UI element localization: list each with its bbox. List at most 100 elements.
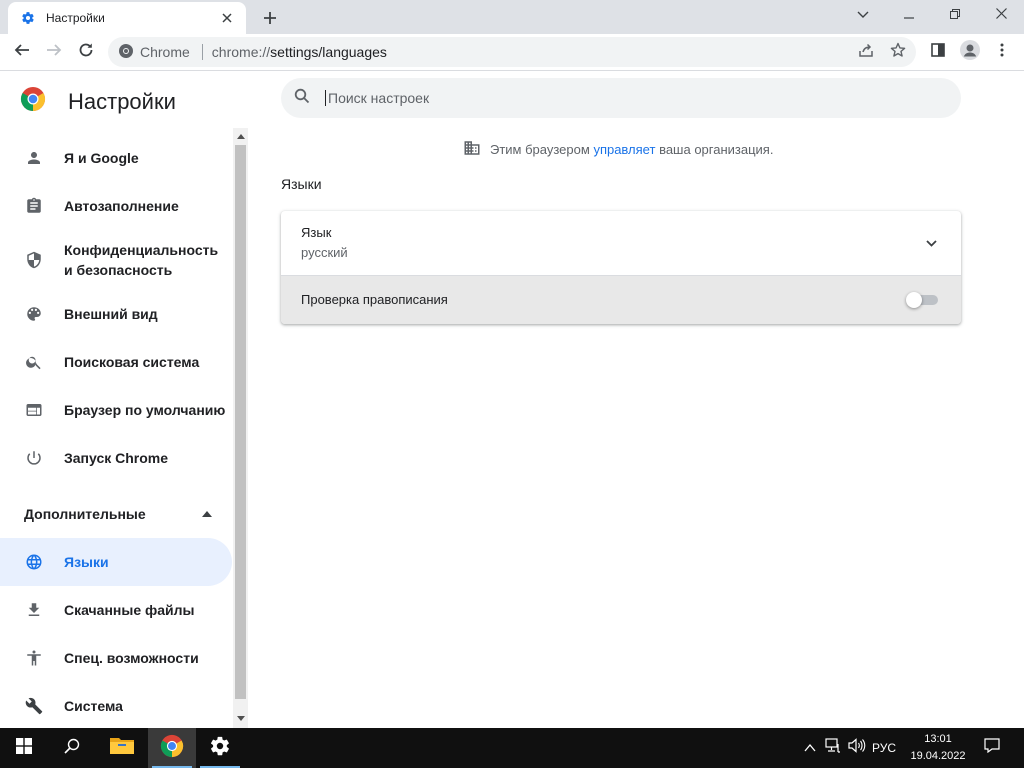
- sidebar-item-label: Спец. возможности: [64, 650, 199, 666]
- address-bar[interactable]: Chrome chrome://settings/languages: [108, 37, 916, 67]
- browser-window-icon: [22, 398, 46, 422]
- taskbar-chrome[interactable]: [148, 728, 196, 768]
- minimize-icon: [904, 6, 914, 24]
- start-button[interactable]: [0, 728, 48, 768]
- input-language-indicator[interactable]: РУС: [872, 728, 896, 768]
- building-icon: [463, 139, 481, 160]
- side-panel-icon: [930, 42, 946, 63]
- settings-search[interactable]: [281, 78, 961, 118]
- network-button[interactable]: [823, 728, 843, 768]
- spellcheck-toggle[interactable]: [906, 292, 939, 308]
- search-icon: [64, 738, 80, 759]
- tab-search-button[interactable]: [840, 0, 886, 30]
- scrollbar-thumb[interactable]: [235, 145, 246, 699]
- settings-header: Настройки: [20, 86, 176, 117]
- gear-icon: [20, 10, 36, 26]
- sidebar-item-privacy[interactable]: Конфиденциальность и безопасность: [0, 230, 232, 290]
- sidebar-item-label: Скачанные файлы: [64, 602, 195, 618]
- sidebar-item-search-engine[interactable]: Поисковая система: [0, 338, 232, 386]
- action-center-button[interactable]: [976, 728, 1008, 768]
- chrome-logo-icon: [20, 86, 46, 117]
- browser-toolbar: Chrome chrome://settings/languages: [0, 34, 1024, 71]
- languages-card: Язык русский Проверка правописания: [281, 211, 961, 324]
- show-hidden-icons-button[interactable]: [800, 728, 820, 768]
- sidebar-item-label: Система: [64, 698, 123, 714]
- taskbar-clock[interactable]: 13:01 19.04.2022: [905, 731, 971, 765]
- site-info-chip[interactable]: Chrome: [118, 43, 190, 62]
- clock-time: 13:01: [924, 733, 952, 745]
- power-icon: [22, 446, 46, 470]
- spellcheck-label: Проверка правописания: [301, 292, 448, 307]
- close-icon: [995, 6, 1007, 24]
- menu-button[interactable]: [988, 38, 1016, 66]
- sidebar-item-label: Поисковая система: [64, 354, 200, 370]
- chrome-logo-icon: [118, 43, 134, 62]
- search-input[interactable]: [325, 90, 885, 106]
- windows-start-icon: [16, 737, 32, 759]
- page-title: Настройки: [68, 88, 176, 114]
- sidebar-scrollbar[interactable]: [233, 128, 248, 728]
- sidebar-item-default-browser[interactable]: Браузер по умолчанию: [0, 386, 232, 434]
- arrow-right-icon: [46, 42, 62, 63]
- tab-strip: Настройки: [0, 0, 1024, 34]
- sidebar-item-label: Я и Google: [64, 150, 139, 166]
- url-path: settings/languages: [270, 44, 387, 60]
- volume-button[interactable]: [846, 728, 868, 768]
- more-vert-icon: [1000, 43, 1004, 62]
- download-icon: [22, 598, 46, 622]
- sidebar-item-label: Языки: [64, 554, 109, 570]
- bookmark-button[interactable]: [884, 37, 912, 67]
- minimize-button[interactable]: [886, 0, 932, 30]
- taskbar-search-button[interactable]: [48, 728, 96, 768]
- sidebar-item-system[interactable]: Система: [0, 682, 232, 728]
- share-button[interactable]: [852, 37, 880, 67]
- settings-sidebar: Я и Google Автозаполнение Конфиденциальн…: [0, 134, 232, 728]
- tab-settings[interactable]: Настройки: [8, 2, 246, 34]
- chevron-up-icon: [804, 739, 816, 757]
- scroll-down-arrow-icon[interactable]: [236, 714, 245, 723]
- sidebar-item-on-startup[interactable]: Запуск Chrome: [0, 434, 232, 482]
- new-tab-button[interactable]: [257, 5, 283, 31]
- restore-icon: [950, 6, 960, 24]
- forward-button[interactable]: [40, 38, 68, 66]
- sidebar-item-accessibility[interactable]: Спец. возможности: [0, 634, 232, 682]
- sidebar-item-you-and-google[interactable]: Я и Google: [0, 134, 232, 182]
- triangle-up-icon: [200, 507, 214, 521]
- sidebar-item-label: Запуск Chrome: [64, 450, 169, 466]
- taskbar-file-explorer[interactable]: [98, 728, 146, 768]
- section-title: Языки: [281, 176, 322, 192]
- windows-taskbar: РУС 13:01 19.04.2022: [0, 728, 1024, 768]
- omnibox-separator: [201, 44, 203, 60]
- arrow-left-icon: [14, 42, 30, 63]
- reload-button[interactable]: [72, 38, 100, 66]
- chevron-down-icon[interactable]: [921, 233, 941, 253]
- sidebar-item-autofill[interactable]: Автозаполнение: [0, 182, 232, 230]
- palette-icon: [22, 302, 46, 326]
- sidebar-item-downloads[interactable]: Скачанные файлы: [0, 586, 232, 634]
- search-icon: [22, 350, 46, 374]
- sidebar-item-label: Внешний вид: [64, 306, 158, 322]
- managed-text-before: Этим браузером: [490, 142, 590, 157]
- site-chip-label: Chrome: [140, 44, 190, 60]
- taskbar-settings[interactable]: [196, 728, 244, 768]
- sidebar-item-languages[interactable]: Языки: [0, 538, 232, 586]
- globe-icon: [22, 550, 46, 574]
- star-icon: [890, 42, 906, 63]
- side-panel-button[interactable]: [924, 38, 952, 66]
- advanced-toggle[interactable]: Дополнительные: [0, 494, 232, 534]
- restore-button[interactable]: [932, 0, 978, 30]
- language-label: Язык: [301, 225, 332, 240]
- spellcheck-row[interactable]: Проверка правописания: [281, 275, 961, 324]
- sidebar-item-appearance[interactable]: Внешний вид: [0, 290, 232, 338]
- back-button[interactable]: [8, 38, 36, 66]
- scroll-up-arrow-icon[interactable]: [236, 132, 245, 141]
- advanced-label: Дополнительные: [24, 506, 146, 522]
- language-row[interactable]: Язык русский: [281, 211, 961, 275]
- reload-icon: [78, 42, 94, 63]
- managed-link[interactable]: управляет: [593, 142, 655, 157]
- close-window-button[interactable]: [978, 0, 1024, 30]
- profile-button[interactable]: [956, 38, 984, 66]
- tab-close-icon[interactable]: [218, 9, 236, 27]
- chrome-icon: [160, 734, 184, 763]
- toggle-knob: [906, 292, 922, 308]
